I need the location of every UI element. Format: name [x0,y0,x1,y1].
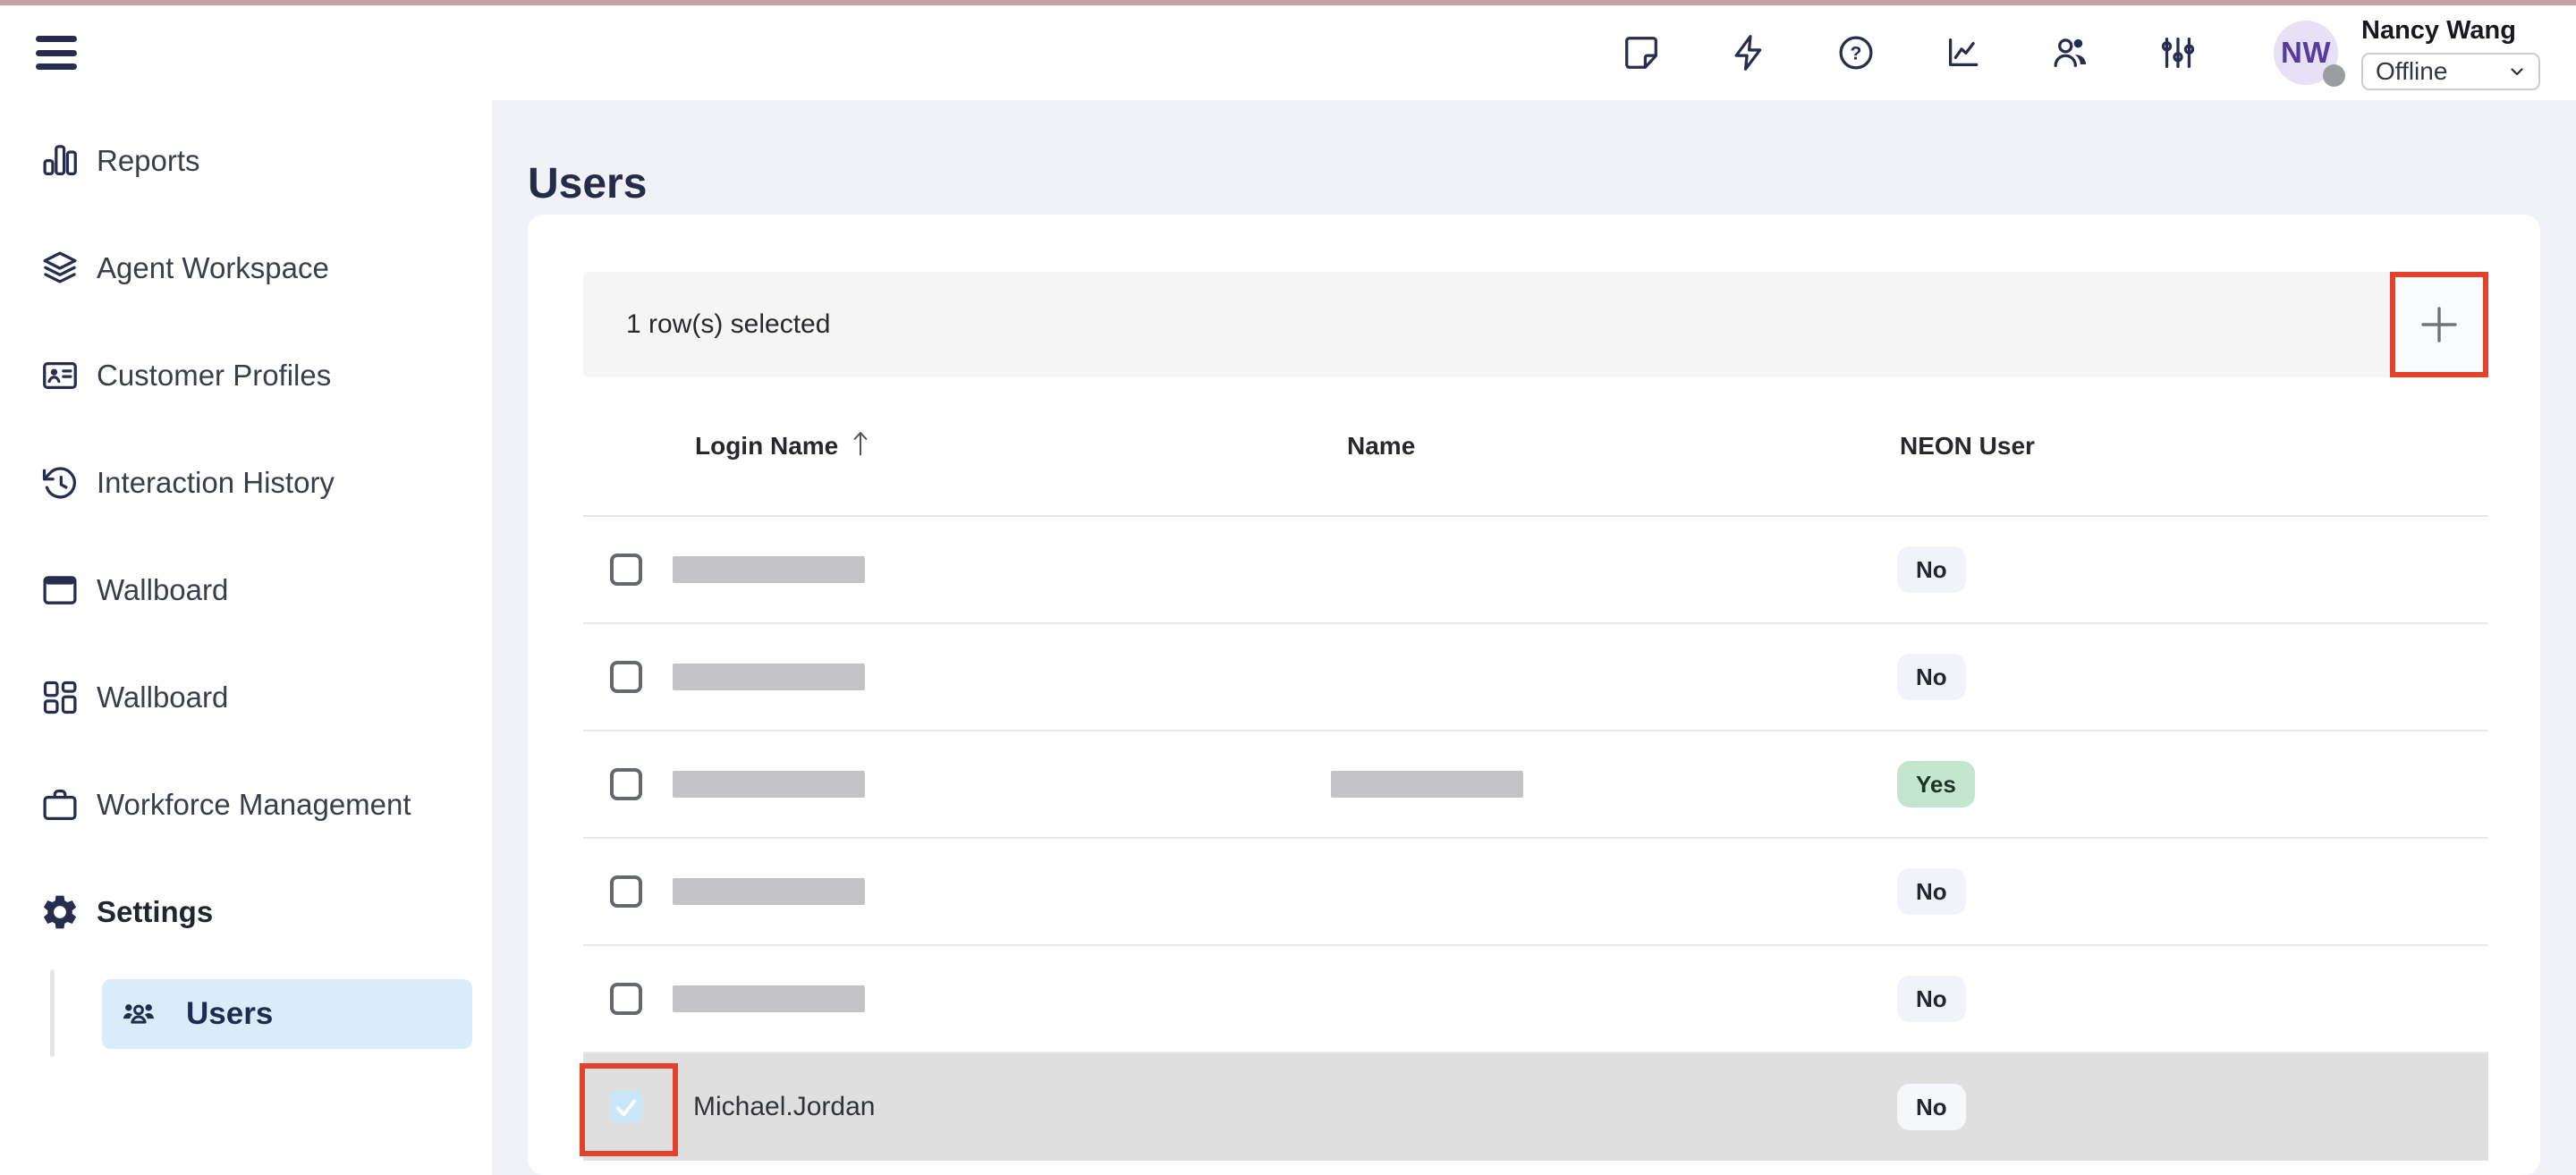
zap-icon[interactable] [1728,32,1769,73]
sidebar-item-reports[interactable]: Reports [0,107,492,215]
svg-text:?: ? [1851,43,1862,63]
users-group-icon [120,995,157,1033]
sidebar-item-label: Workforce Management [97,788,411,822]
table-header: Login Name Name NEON User [583,377,2488,517]
sidebar-item-label: Users [186,996,273,1032]
neon-user-badge: No [1897,546,1966,593]
sidebar-item-workforce-management[interactable]: Workforce Management [0,751,492,858]
login-name-cell: Michael.Jordan [693,1092,875,1122]
grid-icon [39,677,80,718]
status-select[interactable]: Offline [2361,53,2540,90]
row-checkbox[interactable] [610,554,642,586]
redacted-login-placeholder [673,985,865,1012]
table-row: Michael.Jordan No [583,1053,2488,1161]
neon-user-badge: No [1897,1084,1966,1130]
sort-ascending-icon [847,427,874,458]
sidebar-item-label: Customer Profiles [97,359,331,393]
neon-user-badge: No [1897,976,1966,1022]
column-header-neon-user[interactable]: NEON User [1900,432,2035,461]
sliders-icon[interactable] [2157,32,2199,73]
sidebar: Reports Agent Workspace Customer Profile… [0,100,492,1175]
chevron-down-icon [2506,61,2528,82]
history-icon [39,462,80,503]
sidebar-item-label: Wallboard [97,680,228,714]
gear-icon [39,892,80,933]
presence-status-dot [2323,64,2345,87]
redacted-login-placeholder [673,664,865,690]
row-checkbox-checked[interactable] [610,1091,642,1123]
table-row: No [583,839,2488,946]
column-header-login-name[interactable]: Login Name [695,432,874,461]
row-checkbox[interactable] [610,768,642,800]
row-checkbox[interactable] [610,661,642,693]
users-table: Login Name Name NEON User NoNoYesNoNoMic… [583,377,2488,1161]
add-user-button[interactable] [2390,272,2488,377]
table-row: No [583,517,2488,624]
plus-icon [2416,301,2462,348]
help-icon[interactable]: ? [1835,32,1877,73]
sidebar-item-users-active[interactable]: Users [102,979,472,1049]
status-select-value: Offline [2376,57,2447,86]
table-body: No No Yes No No Michael.Jordan No [583,517,2488,1161]
table-row: No [583,624,2488,731]
hamburger-menu-icon[interactable] [36,36,77,70]
sidebar-item-agent-workspace[interactable]: Agent Workspace [0,215,492,322]
analytics-icon[interactable] [1943,32,1984,73]
window-icon [39,570,80,611]
redacted-login-placeholder [673,878,865,905]
user-block: Nancy Wang Offline [2361,16,2540,90]
sidebar-item-customer-profiles[interactable]: Customer Profiles [0,322,492,429]
sidebar-item-label: Interaction History [97,466,335,500]
id-card-icon [39,355,80,396]
sidebar-item-label: Settings [97,895,213,929]
page-title: Users [528,159,647,208]
selection-count-text: 1 row(s) selected [626,309,830,340]
row-checkbox[interactable] [610,875,642,908]
people-icon[interactable] [2050,32,2091,73]
top-bar: ? NW Nancy Wang Offline [0,5,2576,100]
sidebar-item-label: Reports [97,144,200,178]
selection-bar: 1 row(s) selected [583,272,2488,377]
sidebar-item-wallboard[interactable]: Wallboard [0,537,492,644]
row-checkbox[interactable] [610,983,642,1015]
user-avatar[interactable]: NW [2274,21,2338,85]
sidebar-item-settings[interactable]: Settings [0,858,492,966]
nav-indent-line [50,969,55,1057]
redacted-login-placeholder [673,771,865,798]
neon-user-badge: Yes [1897,761,1975,807]
briefcase-icon [39,784,80,825]
sidebar-item-wallboard-2[interactable]: Wallboard [0,644,492,751]
table-row: Yes [583,731,2488,839]
redacted-name-placeholder [1331,771,1523,798]
users-card: 1 row(s) selected Login Name Name NEON U… [528,215,2540,1175]
layers-icon [39,248,80,289]
bar-chart-icon [39,140,80,182]
sidebar-item-label: Agent Workspace [97,251,329,285]
redacted-login-placeholder [673,556,865,583]
note-icon[interactable] [1621,32,1662,73]
sidebar-item-interaction-history[interactable]: Interaction History [0,429,492,537]
user-name: Nancy Wang [2361,16,2540,46]
sidebar-item-label: Wallboard [97,573,228,607]
table-row: No [583,946,2488,1053]
neon-user-badge: No [1897,868,1966,915]
column-header-name[interactable]: Name [1347,432,1415,461]
neon-user-badge: No [1897,654,1966,700]
topbar-icon-group: ? [1621,32,2199,73]
